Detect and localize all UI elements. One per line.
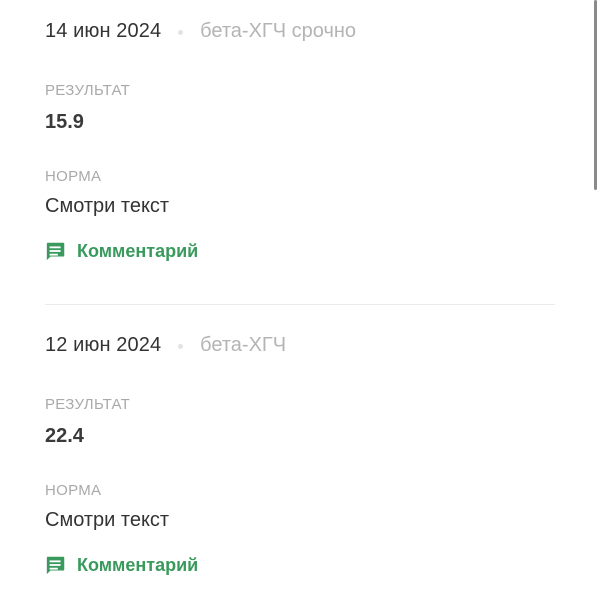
entry-header: 12 июн 2024 бета-ХГЧ xyxy=(45,332,555,358)
divider xyxy=(45,304,555,305)
result-value: 15.9 xyxy=(45,111,84,133)
comment-label: Комментарий xyxy=(77,240,199,261)
scrollbar[interactable] xyxy=(594,0,597,190)
separator-dot xyxy=(178,29,184,35)
result-entry: 12 июн 2024 бета-ХГЧ РЕЗУЛЬТАТ 22.4 НОРМ… xyxy=(45,332,555,576)
test-name: бета-ХГЧ срочно xyxy=(200,19,357,42)
norm-value: Смотри текст xyxy=(45,195,170,217)
comment-button[interactable]: Комментарий xyxy=(45,554,555,576)
norm-label: НОРМА xyxy=(45,168,102,185)
entry-date: 12 июн 2024 xyxy=(45,333,162,356)
result-value: 22.4 xyxy=(45,425,84,447)
test-name: бета-ХГЧ xyxy=(200,333,287,356)
comment-label: Комментарий xyxy=(77,554,199,575)
results-page: 14 июн 2024 бета-ХГЧ срочно РЕЗУЛЬТАТ 15… xyxy=(0,0,600,607)
norm-label: НОРМА xyxy=(45,482,102,499)
separator-dot xyxy=(178,343,184,349)
comment-button[interactable]: Комментарий xyxy=(45,240,555,262)
entry-header: 14 июн 2024 бета-ХГЧ срочно xyxy=(45,18,555,44)
entry-date: 14 июн 2024 xyxy=(45,19,162,42)
result-label: РЕЗУЛЬТАТ xyxy=(45,396,131,413)
norm-value: Смотри текст xyxy=(45,509,170,531)
result-entry: 14 июн 2024 бета-ХГЧ срочно РЕЗУЛЬТАТ 15… xyxy=(45,18,555,262)
comment-icon xyxy=(46,242,65,261)
result-label: РЕЗУЛЬТАТ xyxy=(45,82,131,99)
comment-icon xyxy=(46,556,65,575)
